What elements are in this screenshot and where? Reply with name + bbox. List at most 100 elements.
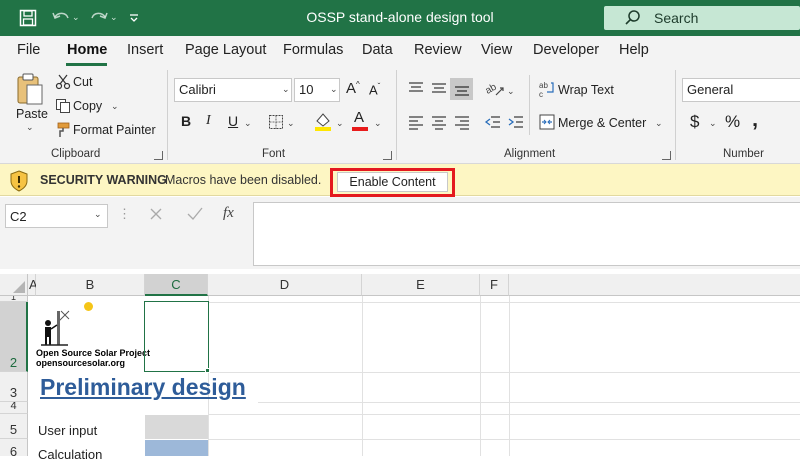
gridline <box>208 414 800 415</box>
fill-color-icon[interactable] <box>313 111 333 134</box>
column-header-e[interactable]: E <box>362 274 480 296</box>
enter-icon[interactable] <box>187 207 203 224</box>
clipboard-group-label: Clipboard <box>51 148 101 160</box>
column-header-d[interactable]: D <box>208 274 362 296</box>
select-all-corner[interactable] <box>0 274 28 296</box>
paste-icon[interactable] <box>15 72 45 109</box>
name-box-dropdown-icon[interactable]: ⌄ <box>94 209 102 220</box>
svg-text:c: c <box>539 90 543 98</box>
wrap-text-button[interactable]: Wrap Text <box>558 83 614 97</box>
row-header-3[interactable]: 3 <box>0 372 28 402</box>
redo-icon[interactable] <box>88 8 108 28</box>
name-box[interactable]: C2 <box>5 204 108 228</box>
column-header-b[interactable]: B <box>36 274 145 296</box>
formula-input[interactable] <box>253 202 800 266</box>
fill-color-dropdown-icon[interactable]: ⌄ <box>336 118 344 129</box>
paste-button[interactable]: Paste <box>16 107 48 121</box>
align-right-icon[interactable] <box>453 114 471 133</box>
row-header-2[interactable]: 2 <box>0 302 28 372</box>
font-size-dropdown-icon[interactable]: ⌄ <box>330 84 338 95</box>
currency-button[interactable]: $ <box>690 112 699 132</box>
row-header-4[interactable]: 4 <box>0 402 28 414</box>
solar-logo-icon <box>38 307 74 350</box>
row-header-6[interactable]: 6 <box>0 439 28 459</box>
tab-file[interactable]: File <box>17 42 40 58</box>
enable-content-button[interactable]: Enable Content <box>337 172 448 192</box>
clipboard-launcher-icon[interactable] <box>154 151 163 160</box>
currency-dropdown-icon[interactable]: ⌄ <box>709 118 717 129</box>
font-launcher-icon[interactable] <box>383 151 392 160</box>
tab-developer[interactable]: Developer <box>533 42 599 58</box>
copy-icon <box>55 98 71 117</box>
row-header-5[interactable]: 5 <box>0 414 28 439</box>
tab-page-layout[interactable]: Page Layout <box>185 42 266 58</box>
redo-dropdown-icon[interactable]: ⌄ <box>110 12 130 32</box>
save-icon[interactable] <box>18 8 38 28</box>
borders-icon[interactable] <box>268 114 284 133</box>
tab-home[interactable]: Home <box>67 42 107 58</box>
comma-style-button[interactable]: ‚ <box>752 106 758 132</box>
orientation-icon[interactable]: ab <box>483 78 506 101</box>
calculation-swatch[interactable] <box>145 440 208 456</box>
align-left-icon[interactable] <box>407 114 425 133</box>
column-header-a[interactable]: A <box>28 274 38 296</box>
decrease-font-size-icon[interactable]: Aˇ <box>369 82 380 97</box>
align-middle-icon[interactable] <box>430 80 448 99</box>
font-color-dropdown-icon[interactable]: ⌄ <box>374 118 382 129</box>
merge-center-button[interactable]: Merge & Center <box>558 116 646 130</box>
format-painter-icon <box>55 122 71 141</box>
customize-toolbar-icon[interactable] <box>128 8 148 28</box>
font-name-dropdown-icon[interactable]: ⌄ <box>282 84 290 95</box>
ribbon-separator <box>529 75 530 135</box>
number-format-value: General <box>687 82 734 97</box>
tab-formulas[interactable]: Formulas <box>283 42 343 58</box>
percent-button[interactable]: % <box>725 112 740 132</box>
font-color-icon[interactable]: A <box>354 109 364 126</box>
bold-button[interactable]: B <box>181 113 191 129</box>
number-format-select[interactable]: General <box>682 78 800 102</box>
shield-warning-icon <box>9 170 29 195</box>
gridline <box>509 296 510 456</box>
name-box-value: C2 <box>10 209 27 224</box>
tab-data[interactable]: Data <box>362 42 393 58</box>
cancel-icon[interactable] <box>149 207 163 224</box>
gridline <box>480 296 481 456</box>
tab-review[interactable]: Review <box>414 42 462 58</box>
orientation-dropdown-icon[interactable]: ⌄ <box>507 86 515 97</box>
alignment-launcher-icon[interactable] <box>662 151 671 160</box>
scissors-icon <box>55 74 71 93</box>
increase-font-size-icon[interactable]: A^ <box>346 80 360 97</box>
fill-handle[interactable] <box>205 368 210 373</box>
decrease-indent-icon[interactable] <box>484 114 502 133</box>
selected-cell-c2[interactable] <box>144 301 209 372</box>
tab-help[interactable]: Help <box>619 42 649 58</box>
italic-button[interactable]: I <box>206 113 211 129</box>
ribbon-separator <box>675 70 676 160</box>
align-center-icon[interactable] <box>430 114 448 133</box>
column-header-f[interactable]: F <box>480 274 509 296</box>
increase-indent-icon[interactable] <box>507 114 525 133</box>
undo-icon[interactable] <box>50 8 70 28</box>
copy-dropdown-icon[interactable]: ⌄ <box>111 101 119 112</box>
merge-center-dropdown-icon[interactable]: ⌄ <box>655 118 663 129</box>
underline-button[interactable]: U <box>228 113 238 129</box>
gridline <box>208 302 800 303</box>
format-painter-button[interactable]: Format Painter <box>73 123 156 137</box>
copy-button[interactable]: Copy <box>73 99 102 113</box>
cut-button[interactable]: Cut <box>73 75 92 89</box>
align-top-icon[interactable] <box>407 80 425 99</box>
borders-dropdown-icon[interactable]: ⌄ <box>287 118 295 129</box>
ribbon-separator <box>167 70 168 160</box>
underline-dropdown-icon[interactable]: ⌄ <box>244 118 252 129</box>
align-bottom-button[interactable] <box>450 78 473 100</box>
insert-function-icon[interactable]: fx <box>223 205 234 222</box>
tab-view[interactable]: View <box>481 42 512 58</box>
formula-bar-grip-icon: ⋮ <box>118 206 131 221</box>
paste-dropdown-icon[interactable]: ⌄ <box>26 122 34 133</box>
user-input-swatch[interactable] <box>145 415 208 439</box>
font-name-select[interactable]: Calibri <box>174 78 292 102</box>
tab-insert[interactable]: Insert <box>127 42 163 58</box>
sheet-heading: Preliminary design <box>40 374 246 400</box>
search-box[interactable]: Search <box>604 6 800 30</box>
column-header-c[interactable]: C <box>145 274 208 296</box>
